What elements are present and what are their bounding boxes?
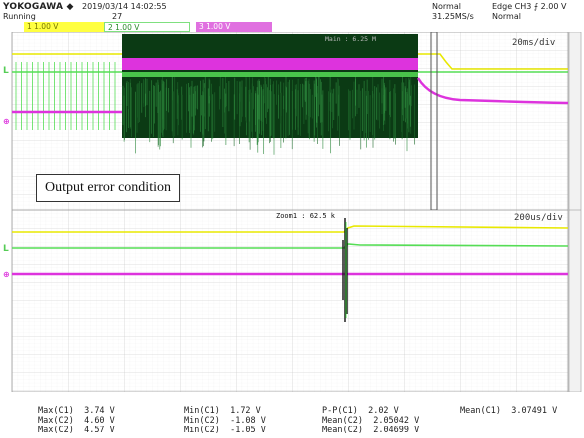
zoom-ground-marker[interactable]: ⊕ [3, 270, 10, 280]
annotation-callout: Output error condition [36, 174, 180, 202]
meas-mean-c2-zoom: Mean(C2) 2.04699 V [322, 426, 420, 435]
sample-rate: 31.25MS/s [432, 12, 474, 21]
zoom-timebase: 200us/div [514, 213, 563, 223]
main-scale-bar[interactable] [568, 32, 582, 210]
meas-min-c2-zoom: Min(C2) -1.05 V [184, 426, 266, 435]
trigger-mode: Normal [492, 12, 521, 21]
zoom-level-marker[interactable]: L [3, 244, 9, 254]
meas-max-c2-zoom: Max(C2) 4.57 V [38, 426, 115, 435]
main-ground-marker[interactable]: ⊕ [3, 117, 10, 127]
acq-mode: Normal [432, 2, 461, 11]
ch2-setting[interactable]: 2 1.00 V [104, 22, 190, 32]
run-status: Running [3, 12, 36, 21]
acquisition-count: 27 [112, 12, 123, 21]
main-timebase: 20ms/div [512, 38, 555, 48]
ch3-setting[interactable]: 3 1.00 V [196, 22, 272, 32]
brand-logo: YOKOGAWA ◆ [3, 2, 74, 12]
zoom-grid [11, 210, 569, 392]
main-info: Main : 6.25 M [325, 35, 376, 43]
zoom-label: Zoom1 : 62.5 k [276, 212, 336, 220]
datetime: 2019/03/14 14:02:55 [82, 2, 167, 11]
meas-mean-c1: Mean(C1) 3.07491 V [460, 406, 558, 416]
main-level-marker[interactable]: L [3, 66, 9, 76]
trigger-setting: Edge CH3 ⨍ 2.00 V [492, 2, 567, 11]
ch1-setting[interactable]: 1 1.00 V [24, 22, 108, 32]
burst-ch2-band [122, 72, 418, 77]
zoom-scale-bar[interactable] [568, 210, 582, 392]
zoom-waveform-window: 200us/div Zoom1 : 62.5 k [11, 210, 582, 392]
burst-ch3-band [122, 58, 418, 70]
